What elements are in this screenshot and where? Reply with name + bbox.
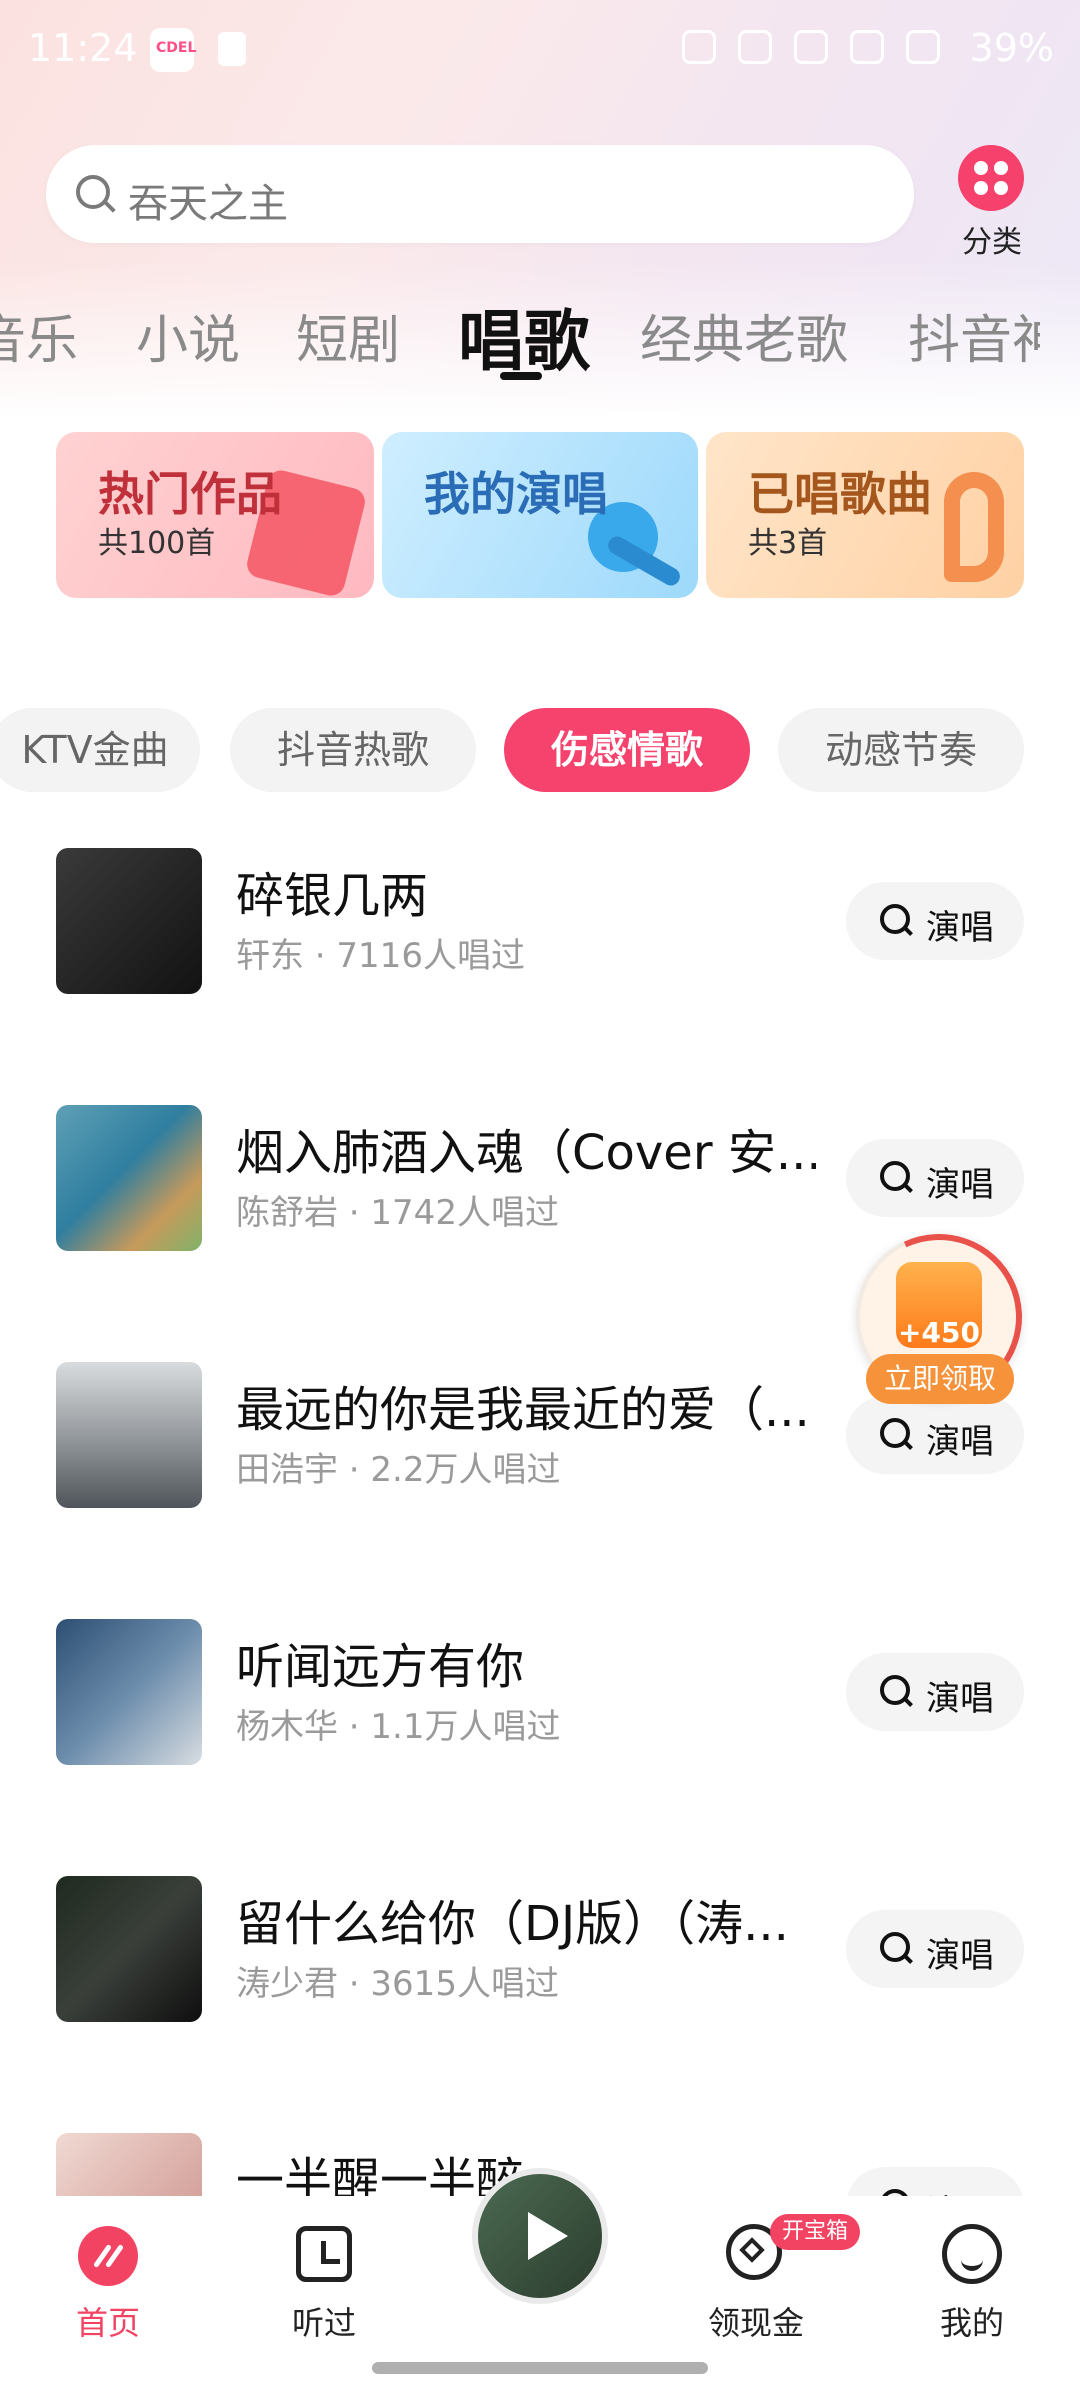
category-button[interactable]: 分类 — [952, 145, 1032, 260]
tab-short-drama[interactable]: 短剧 — [296, 298, 400, 373]
search-icon — [880, 1932, 910, 1962]
tab-classic-songs[interactable]: 经典老歌 — [640, 298, 848, 373]
sing-button[interactable]: 演唱 — [846, 882, 1024, 960]
link-icon — [738, 30, 772, 64]
search-placeholder: 吞天之主 — [128, 181, 288, 227]
search-icon — [76, 175, 110, 209]
sung-songs-title: 已唱歌曲 — [748, 467, 932, 521]
search-bar[interactable]: 吞天之主 — [46, 145, 914, 243]
song-meta: 涛少君 · 3615人唱过 — [236, 1964, 559, 2004]
active-tab-indicator — [500, 372, 542, 380]
tab-novel[interactable]: 小说 — [136, 298, 240, 373]
chip-ktv-hits[interactable]: KTV金曲 — [0, 708, 200, 792]
song-title: 烟入肺酒入魂（Cover 安... — [236, 1125, 816, 1181]
history-icon — [296, 2226, 352, 2282]
nav-history-label: 听过 — [291, 2304, 356, 2342]
sing-label: 演唱 — [926, 1936, 994, 1976]
search-icon — [880, 1675, 910, 1705]
nav-cash[interactable]: 开宝箱 领现金 — [686, 2214, 861, 2344]
app-badge-label: CDEL — [156, 40, 197, 56]
list-item[interactable]: 听闻远方有你 杨木华 · 1.1万人唱过 演唱 — [0, 1619, 1080, 1789]
category-label: 分类 — [962, 225, 1022, 260]
sing-button[interactable]: 演唱 — [846, 1396, 1024, 1474]
hot-works-card[interactable]: 热门作品 共100首 — [56, 432, 374, 598]
search-icon — [880, 2189, 910, 2196]
song-title: 听闻远方有你 — [236, 1639, 525, 1695]
sing-button[interactable]: 演唱 — [846, 1653, 1024, 1731]
sing-label: 演唱 — [926, 1422, 994, 1462]
song-title: 碎银几两 — [236, 868, 429, 924]
nav-mine[interactable]: 我的 — [902, 2214, 1042, 2344]
claim-now-button[interactable]: 立即领取 — [866, 1354, 1014, 1404]
song-cover — [56, 1619, 202, 1765]
music-note-icon — [944, 472, 1004, 582]
song-title: 留什么给你（DJ版）（涛... — [236, 1896, 789, 1952]
hot-works-count: 共100首 — [98, 526, 216, 561]
song-meta: 田浩宇 · 2.2万人唱过 — [236, 1450, 561, 1490]
sing-label: 演唱 — [926, 2185, 994, 2196]
song-cover — [56, 1876, 202, 2022]
chip-douyin-hot[interactable]: 抖音热歌 — [230, 708, 476, 792]
alarm-icon — [682, 30, 716, 64]
mini-player-button[interactable] — [472, 2168, 608, 2304]
song-cover — [56, 848, 202, 994]
category-icon — [958, 145, 1024, 211]
my-performances-title: 我的演唱 — [424, 467, 608, 521]
home-icon — [78, 2226, 138, 2286]
song-cover — [56, 2133, 202, 2196]
search-icon — [880, 1418, 910, 1448]
search-icon — [880, 904, 910, 934]
wifi-icon — [850, 30, 884, 64]
status-time: 11:24 — [28, 26, 138, 70]
chip-dynamic-rhythm[interactable]: 动感节奏 — [778, 708, 1024, 792]
nav-mine-label: 我的 — [939, 2304, 1004, 2342]
nav-home[interactable]: 首页 — [38, 2214, 178, 2344]
sing-label: 演唱 — [926, 908, 994, 948]
tab-music[interactable]: 音乐 — [0, 298, 78, 373]
battery-level: 39% — [969, 26, 1054, 70]
song-meta: 陈舒岩 · 1742人唱过 — [236, 1193, 559, 1233]
song-cover — [56, 1105, 202, 1251]
play-icon — [528, 2212, 568, 2260]
nav-home-label: 首页 — [75, 2304, 140, 2342]
list-item[interactable]: 碎银几两 轩东 · 7116人唱过 演唱 — [0, 848, 1080, 1018]
chip-sad-love-songs[interactable]: 伤感情歌 — [504, 708, 750, 792]
sung-songs-card[interactable]: 已唱歌曲 共3首 — [706, 432, 1024, 598]
signal-icon — [906, 30, 940, 64]
reward-widget[interactable]: +450 立即领取 — [832, 1210, 1046, 1424]
tab-douyin[interactable]: 抖音神 — [908, 298, 1040, 373]
song-title: 最远的你是我最近的爱（... — [236, 1382, 810, 1438]
song-meta: 轩东 · 7116人唱过 — [236, 936, 525, 976]
sing-button[interactable]: 演唱 — [846, 2167, 1024, 2196]
treasure-box-badge: 开宝箱 — [770, 2214, 861, 2250]
sing-button[interactable]: 演唱 — [846, 1910, 1024, 1988]
nav-history[interactable]: 听过 — [254, 2214, 394, 2344]
nfc-icon — [794, 30, 828, 64]
app-notification-icon: CDEL — [150, 28, 197, 72]
home-indicator[interactable] — [372, 2362, 708, 2374]
reward-amount: +450 — [898, 1316, 980, 1349]
cat-notification-icon — [218, 32, 246, 66]
status-bar: 11:24 CDEL 39% — [0, 0, 1080, 100]
song-cover — [56, 1362, 202, 1508]
tab-sing[interactable]: 唱歌 — [458, 288, 590, 384]
my-performances-card[interactable]: 我的演唱 — [382, 432, 698, 598]
sing-label: 演唱 — [926, 1679, 994, 1719]
sung-songs-count: 共3首 — [748, 526, 828, 561]
hot-works-title: 热门作品 — [98, 467, 282, 521]
song-meta: 杨木华 · 1.1万人唱过 — [236, 1707, 561, 1747]
search-icon — [880, 1161, 910, 1191]
status-icons — [682, 30, 940, 64]
nav-cash-label: 领现金 — [707, 2304, 804, 2342]
sing-label: 演唱 — [926, 1165, 994, 1205]
list-item[interactable]: 留什么给你（DJ版）（涛... 涛少君 · 3615人唱过 演唱 — [0, 1876, 1080, 2046]
sing-button[interactable]: 演唱 — [846, 1139, 1024, 1217]
profile-icon — [942, 2224, 1002, 2284]
